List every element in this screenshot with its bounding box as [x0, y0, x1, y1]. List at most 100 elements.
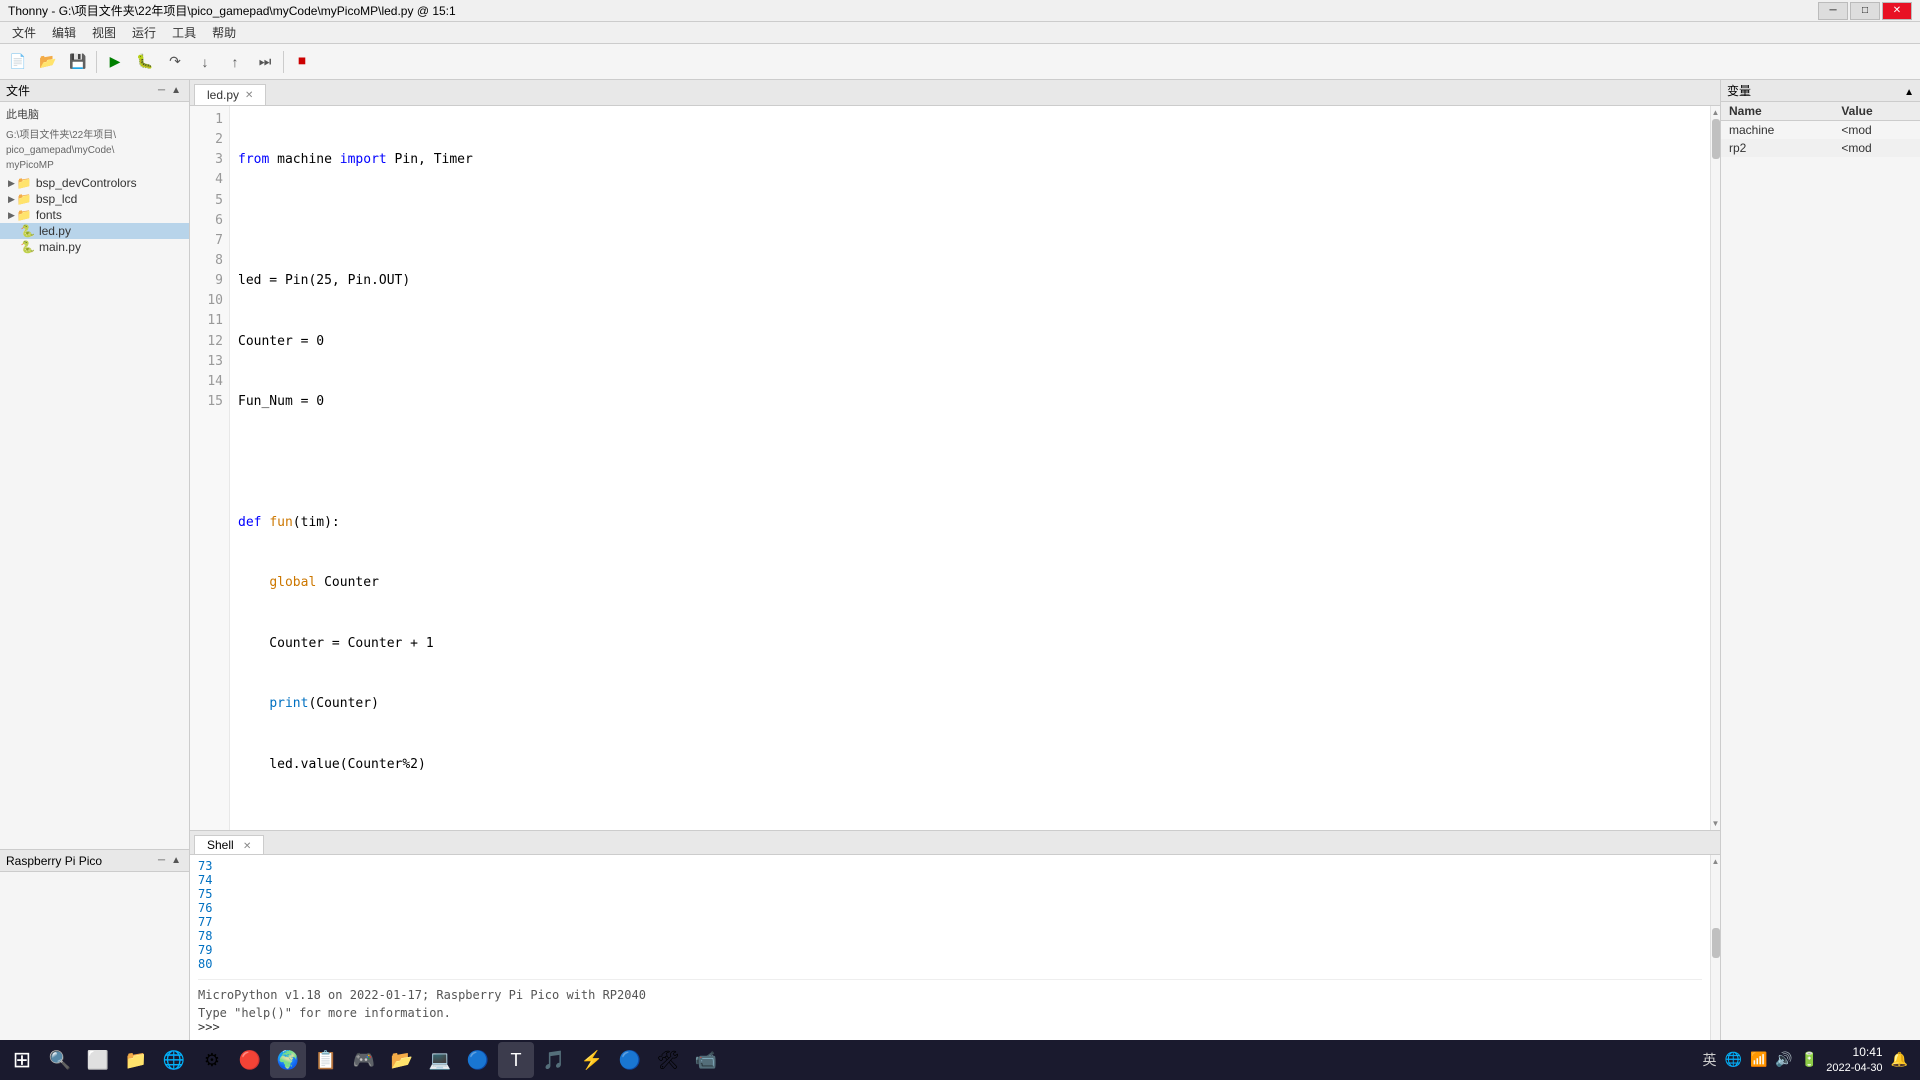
menu-edit[interactable]: 编辑: [44, 22, 84, 43]
clock[interactable]: 10:41 2022-04-30: [1826, 1045, 1882, 1075]
pico-section-header: Raspberry Pi Pico ─ ▲: [0, 850, 189, 872]
titlebar: Thonny - G:\项目文件夹\22年项目\pico_gamepad\myC…: [0, 0, 1920, 22]
shell-prompt[interactable]: >>>: [198, 1020, 1702, 1034]
scroll-down-arrow[interactable]: ▼: [1712, 817, 1720, 830]
code-editor-content[interactable]: from machine import Pin, Timer led = Pin…: [230, 106, 1710, 830]
taskbar-icon-360[interactable]: 🔴: [232, 1042, 268, 1078]
var-scroll-up[interactable]: ▲: [1904, 87, 1914, 98]
toolbar-separator-1: [96, 51, 97, 73]
taskbar-icon-app2[interactable]: 🎮: [346, 1042, 382, 1078]
shell-scrollbar[interactable]: ▲ ▼: [1710, 855, 1720, 1050]
shell-scroll-thumb[interactable]: [1712, 928, 1720, 958]
tray-keyboard[interactable]: 英: [1703, 1050, 1717, 1070]
taskbar-icon-explorer[interactable]: 📁: [118, 1042, 154, 1078]
editor-tab-bar: led.py ✕: [190, 80, 1720, 106]
tray-ime[interactable]: 🌐: [1725, 1051, 1742, 1068]
taskbar-icon-settings[interactable]: ⚙: [194, 1042, 230, 1078]
variables-header-label: 变量: [1727, 82, 1751, 99]
notification-icon[interactable]: 🔔: [1891, 1051, 1908, 1068]
code-line-12: [238, 815, 1702, 830]
tree-item-label: bsp_lcd: [36, 192, 77, 206]
line-num-2: 2: [190, 130, 229, 150]
var-scrollbar: [1710, 58, 1720, 458]
run-button[interactable]: ▶: [101, 48, 129, 76]
close-button[interactable]: ✕: [1882, 2, 1912, 20]
shell-line-80: 80: [198, 957, 1702, 971]
files-scroll-up[interactable]: ▲: [169, 85, 183, 96]
search-button[interactable]: 🔍: [42, 1042, 78, 1078]
code-line-9: Counter = Counter + 1: [238, 634, 1702, 654]
menu-help[interactable]: 帮助: [204, 22, 244, 43]
taskbar-icon-app5[interactable]: 🔵: [460, 1042, 496, 1078]
taskbar-icon-app1[interactable]: 📋: [308, 1042, 344, 1078]
pico-header-actions: ─ ▲: [156, 855, 183, 866]
folder-icon: 📁: [17, 176, 32, 190]
taskbar-icon-thonny[interactable]: T: [498, 1042, 534, 1078]
window-controls: ─ □ ✕: [1818, 2, 1912, 20]
open-file-button[interactable]: 📂: [34, 48, 62, 76]
menu-run[interactable]: 运行: [124, 22, 164, 43]
taskbar-icon-edge[interactable]: 🌐: [156, 1042, 192, 1078]
menu-tools[interactable]: 工具: [164, 22, 204, 43]
minimize-button[interactable]: ─: [1818, 2, 1848, 20]
line-num-4: 4: [190, 170, 229, 190]
tree-item-led-py[interactable]: 🐍 led.py: [0, 223, 189, 239]
taskbar: ⊞ 🔍 ⬜ 📁 🌐 ⚙ 🔴 🌍 📋 🎮 📂 💻 🔵 T 🎵 ⚡ 🔵 🛠 📹 英 …: [0, 1040, 1920, 1080]
pico-collapse-btn[interactable]: ─: [156, 855, 167, 866]
file-tree: 此电脑 G:\项目文件夹\22年项目\ pico_gamepad\myCode\…: [0, 102, 189, 849]
var-name-machine: machine: [1721, 121, 1833, 140]
stop-button[interactable]: ⏹: [288, 48, 316, 76]
start-button[interactable]: ⊞: [4, 1042, 40, 1078]
maximize-button[interactable]: □: [1850, 2, 1880, 20]
task-view-button[interactable]: ⬜: [80, 1042, 116, 1078]
debug-button[interactable]: 🐛: [131, 48, 159, 76]
taskbar-icon-chrome[interactable]: 🔵: [612, 1042, 648, 1078]
taskbar-icon-app6[interactable]: 🎵: [536, 1042, 572, 1078]
shell-body: 73 74 75 76 77 78 79 80 MicroPython v1.1…: [190, 855, 1720, 1050]
shell-scroll-up[interactable]: ▲: [1712, 855, 1720, 868]
taskbar-icon-app3[interactable]: 📂: [384, 1042, 420, 1078]
toolbar: 📄 📂 💾 ▶ 🐛 ↷ ↓ ↑ ⏭ ⏹: [0, 44, 1920, 80]
taskbar-icon-app8[interactable]: 📹: [688, 1042, 724, 1078]
editor-area: led.py ✕ 1 2 3 4 5 6 7 8 9 10 1: [190, 80, 1720, 830]
shell-content[interactable]: 73 74 75 76 77 78 79 80 MicroPython v1.1…: [190, 855, 1710, 1050]
tray-wifi[interactable]: 📶: [1750, 1051, 1767, 1068]
line-num-8: 8: [190, 251, 229, 271]
resume-button[interactable]: ⏭: [251, 48, 279, 76]
pico-scroll-up[interactable]: ▲: [169, 855, 183, 866]
tree-item-fonts[interactable]: ▶ 📁 fonts: [0, 207, 189, 223]
taskbar-icon-app7[interactable]: 🛠: [650, 1042, 686, 1078]
tray-battery[interactable]: 🔋: [1801, 1051, 1818, 1068]
taskbar-icon-browser[interactable]: 🌍: [270, 1042, 306, 1078]
path-label-4: myPicoMP: [0, 160, 189, 175]
var-row-machine: machine <mod: [1721, 121, 1920, 140]
tray-volume[interactable]: 🔊: [1775, 1051, 1792, 1068]
tab-label: led.py: [207, 88, 239, 102]
taskbar-icon-arduino[interactable]: ⚡: [574, 1042, 610, 1078]
shell-tab-close[interactable]: ✕: [243, 841, 251, 852]
save-file-button[interactable]: 💾: [64, 48, 92, 76]
menu-view[interactable]: 视图: [84, 22, 124, 43]
var-value-rp2: <mod: [1833, 139, 1920, 157]
shell-separator: [198, 979, 1702, 984]
shell-help-hint: Type "help()" for more information.: [198, 1006, 1702, 1020]
shell-line-78: 78: [198, 929, 1702, 943]
step-into-button[interactable]: ↓: [191, 48, 219, 76]
taskbar-icon-app4[interactable]: 💻: [422, 1042, 458, 1078]
shell-scroll-track: [1711, 868, 1720, 1037]
variables-table: Name Value machine <mod rp2 <mod: [1721, 102, 1920, 157]
tree-item-main-py[interactable]: 🐍 main.py: [0, 239, 189, 255]
step-out-button[interactable]: ↑: [221, 48, 249, 76]
folder-icon: 📁: [17, 192, 32, 206]
tree-item-bsp-devcontrolors[interactable]: ▶ 📁 bsp_devControlors: [0, 175, 189, 191]
tab-led-py[interactable]: led.py ✕: [194, 84, 266, 105]
tab-close-icon[interactable]: ✕: [245, 90, 253, 101]
new-file-button[interactable]: 📄: [4, 48, 32, 76]
tree-item-bsp-lcd[interactable]: ▶ 📁 bsp_lcd: [0, 191, 189, 207]
editor-wrapper: 1 2 3 4 5 6 7 8 9 10 11 12 13 14 15: [190, 106, 1720, 830]
files-collapse-btn[interactable]: ─: [156, 85, 167, 96]
tab-shell[interactable]: Shell ✕: [194, 835, 264, 854]
code-line-7: def fun(tim):: [238, 513, 1702, 533]
menu-file[interactable]: 文件: [4, 22, 44, 43]
step-over-button[interactable]: ↷: [161, 48, 189, 76]
